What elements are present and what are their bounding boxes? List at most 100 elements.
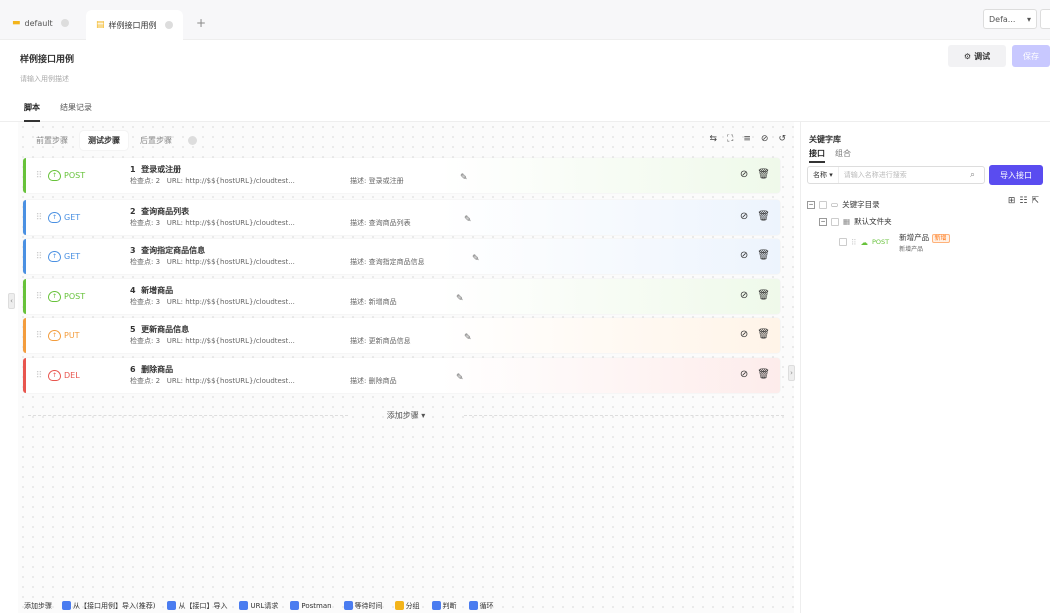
collapse-left-handle[interactable]: ‹ <box>8 293 15 309</box>
disable-icon[interactable]: ⊘ <box>740 329 748 340</box>
delete-icon[interactable]: 🗑 <box>757 329 770 340</box>
option-label: 分组 <box>405 601 420 610</box>
step-row[interactable]: ⠿ ↑ GET 3 查询指定商品信息 检查点: 3 URL: http://$${hos… <box>23 239 780 274</box>
step-desc: 描述: 更新商品信息 <box>350 337 411 345</box>
import-interface-button[interactable]: 导入接口 <box>989 165 1043 185</box>
sort-icon[interactable]: ☷ <box>1019 196 1027 206</box>
tab-script[interactable]: 脚本 <box>24 102 40 122</box>
drag-handle-icon[interactable]: ⠿ <box>30 292 48 302</box>
environment-extra[interactable] <box>1040 9 1050 29</box>
tab-interface[interactable]: 接口 <box>809 148 825 163</box>
step-checks: 检查点: 3 <box>130 219 161 227</box>
step-row[interactable]: ⠿ ↑ POST 4 新增商品 检查点: 3 URL: http://$${hostUR… <box>23 279 780 314</box>
close-icon[interactable] <box>60 19 69 27</box>
disable-icon[interactable]: ⊘ <box>740 369 748 380</box>
add-step-option[interactable]: 分组 <box>394 601 420 611</box>
drag-handle-icon[interactable]: ⠿ <box>851 238 857 247</box>
add-step-option[interactable]: Postman <box>290 601 332 611</box>
delete-icon[interactable]: 🗑 <box>757 211 770 222</box>
debug-button[interactable]: ⚙ 调试 <box>948 45 1006 67</box>
edit-icon[interactable]: ✎ <box>464 215 472 225</box>
description-input[interactable]: 请输入用例描述 <box>20 74 69 84</box>
delete-icon[interactable]: 🗑 <box>757 250 770 261</box>
add-step-option[interactable]: 循环 <box>468 601 494 611</box>
checkbox[interactable] <box>819 200 827 209</box>
search-field-select[interactable]: 名称 ▾ <box>808 167 839 183</box>
export-icon[interactable]: ⇱ <box>1031 196 1039 206</box>
search-input[interactable]: 请输入名称进行搜索 <box>839 170 970 180</box>
step-name[interactable]: 6 删除商品 <box>130 364 173 375</box>
delete-icon[interactable]: 🗑 <box>757 290 770 301</box>
collapse-right-handle[interactable]: › <box>788 365 795 381</box>
step-meta: 检查点: 3 URL: http://$${hostURL}/cloudtest… <box>130 297 295 307</box>
drag-handle-icon[interactable]: ⠿ <box>30 171 48 181</box>
step-row[interactable]: ⠿ ↑ PUT 5 更新商品信息 检查点: 3 URL: http://$${hostU… <box>23 318 780 353</box>
post-cloud-icon: ☁ <box>860 237 869 247</box>
search-icon[interactable]: ⌕ <box>970 170 984 180</box>
step-name-text: 查询商品列表 <box>141 207 190 216</box>
edit-icon[interactable]: ✎ <box>472 254 480 264</box>
tab-results[interactable]: 结果记录 <box>60 102 92 113</box>
disable-icon[interactable]: ⊘ <box>740 290 748 301</box>
tab-default[interactable]: ▬ default <box>2 10 79 36</box>
tree-item[interactable]: ⠿ ☁ POST 新增产品 新增 新增产品 <box>807 230 1047 254</box>
add-step-button[interactable]: 添加步骤 ▾ <box>18 410 794 421</box>
chevron-down-icon: ▾ <box>421 411 426 420</box>
step-name[interactable]: 3 查询指定商品信息 <box>130 245 205 256</box>
add-step-option[interactable]: 判断 <box>431 601 457 611</box>
tab-case[interactable]: ▤ 样例接口用例 <box>86 10 183 40</box>
disable-icon[interactable]: ⊘ <box>761 134 769 144</box>
tab-test-steps[interactable]: 测试步骤 <box>80 130 128 150</box>
tab-post-steps[interactable]: 后置步骤 <box>132 131 180 150</box>
disable-icon[interactable]: ⊘ <box>740 169 748 180</box>
edit-icon[interactable]: ✎ <box>460 173 468 183</box>
step-number: 3 <box>130 246 136 255</box>
add-step-option[interactable]: URL请求 <box>239 601 278 611</box>
step-row[interactable]: ⠿ ↑ POST 1 登录或注册 检查点: 2 URL: http://$${hostU… <box>23 158 780 193</box>
expand-icon[interactable]: ⛶ <box>727 134 733 144</box>
checkbox[interactable] <box>831 217 839 226</box>
collapse-icon[interactable]: − <box>807 200 815 209</box>
step-name[interactable]: 4 新增商品 <box>130 285 173 296</box>
add-step-option[interactable]: 等待时间 <box>343 601 383 611</box>
step-name[interactable]: 2 查询商品列表 <box>130 206 189 217</box>
close-icon[interactable] <box>164 21 173 29</box>
step-info: 5 更新商品信息 检查点: 3 URL: http://$${hostURL}/c… <box>110 318 780 353</box>
step-checks: 检查点: 3 <box>130 337 161 345</box>
checkbox[interactable] <box>839 238 847 246</box>
environment-select[interactable]: Defa... ▾ <box>983 9 1037 29</box>
sliders-icon[interactable]: ⇆ <box>710 134 718 144</box>
add-folder-icon[interactable]: ⊞ <box>1008 196 1016 206</box>
step-number: 6 <box>130 365 136 374</box>
help-icon[interactable] <box>188 135 197 145</box>
drag-handle-icon[interactable]: ⠿ <box>30 331 48 341</box>
drag-handle-icon[interactable]: ⠿ <box>30 213 48 223</box>
disable-icon[interactable]: ⊘ <box>740 211 748 222</box>
step-name-text: 查询指定商品信息 <box>141 246 206 255</box>
tree-folder[interactable]: − ▦ 默认文件夹 <box>807 213 1047 230</box>
drag-handle-icon[interactable]: ⠿ <box>30 252 48 262</box>
delete-icon[interactable]: 🗑 <box>757 169 770 180</box>
save-button[interactable]: 保存 <box>1012 45 1050 67</box>
collapse-icon[interactable]: − <box>819 217 827 226</box>
drag-handle-icon[interactable]: ⠿ <box>30 371 48 381</box>
list-icon[interactable]: ≡ <box>743 134 751 144</box>
edit-icon[interactable]: ✎ <box>456 373 464 383</box>
step-row[interactable]: ⠿ ↑ DEL 6 删除商品 检查点: 2 URL: http://$${hostURL… <box>23 358 780 393</box>
step-name[interactable]: 1 登录或注册 <box>130 164 181 175</box>
step-row[interactable]: ⠿ ↑ GET 2 查询商品列表 检查点: 3 URL: http://$${hostU… <box>23 200 780 235</box>
step-desc: 描述: 登录或注册 <box>350 177 404 185</box>
undo-icon[interactable]: ↺ <box>778 134 786 144</box>
add-step-option[interactable]: 从【接口】导入 <box>167 601 227 611</box>
tree-root[interactable]: − ▭ 关键字目录 ⊞ ☷ ⇱ <box>807 196 1047 213</box>
edit-icon[interactable]: ✎ <box>456 294 464 304</box>
delete-icon[interactable]: 🗑 <box>757 369 770 380</box>
edit-icon[interactable]: ✎ <box>464 333 472 343</box>
add-step-option[interactable]: 从【接口用例】导入(推荐) <box>62 601 155 611</box>
step-name[interactable]: 5 更新商品信息 <box>130 324 189 335</box>
disable-icon[interactable]: ⊘ <box>740 250 748 261</box>
tab-pre-steps[interactable]: 前置步骤 <box>28 131 76 150</box>
tab-combination[interactable]: 组合 <box>835 148 851 163</box>
add-tab-button[interactable]: + <box>196 16 206 30</box>
bug-icon: ⚙ <box>963 51 972 61</box>
